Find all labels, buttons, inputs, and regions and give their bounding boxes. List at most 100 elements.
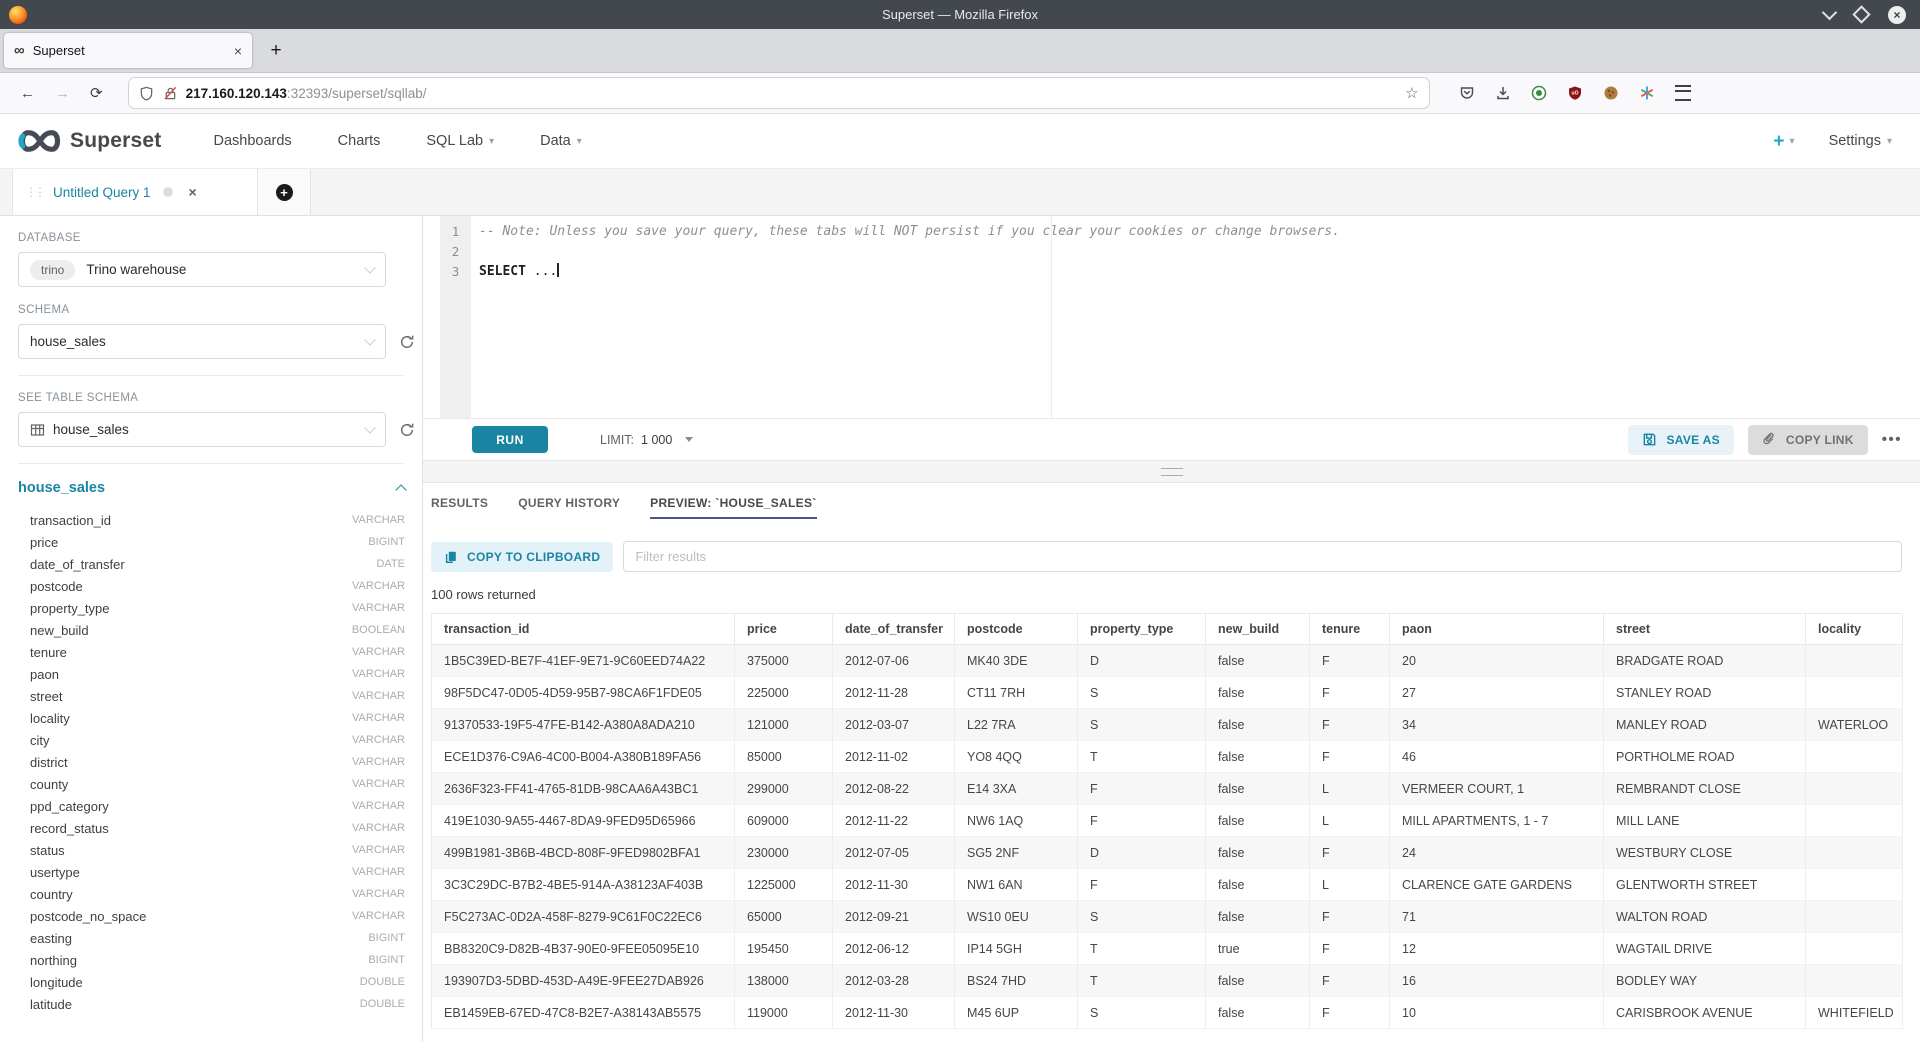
table-cell: false bbox=[1206, 677, 1310, 709]
table-cell: F bbox=[1310, 645, 1390, 677]
results-tab-results[interactable]: RESULTS bbox=[431, 496, 488, 519]
refresh-table-icon[interactable] bbox=[399, 422, 415, 438]
new-tab-button[interactable]: + bbox=[258, 33, 294, 68]
column-type: BIGINT bbox=[368, 932, 405, 944]
schema-select[interactable]: house_sales bbox=[18, 324, 386, 359]
column-header-price[interactable]: price bbox=[735, 614, 833, 645]
window-minimize-icon[interactable] bbox=[1822, 5, 1838, 21]
column-header-paon[interactable]: paon bbox=[1390, 614, 1604, 645]
window-close-icon[interactable]: × bbox=[1888, 6, 1906, 24]
column-header-transaction-id[interactable]: transaction_id bbox=[432, 614, 735, 645]
cookie-icon[interactable] bbox=[1603, 85, 1619, 101]
query-status-dot bbox=[163, 187, 173, 197]
table-cell: F bbox=[1310, 741, 1390, 773]
refresh-schema-icon[interactable] bbox=[399, 334, 415, 350]
results-table: transaction_idpricedate_of_transferpostc… bbox=[431, 613, 1903, 1029]
navbar-right: + ▾ Settings ▾ bbox=[1773, 132, 1892, 151]
table-row: 2636F323-FF41-4765-81DB-98CAA6A43BC12990… bbox=[432, 773, 1903, 805]
menu-icon[interactable] bbox=[1675, 85, 1691, 101]
forward-icon[interactable]: → bbox=[55, 85, 70, 102]
url-bar[interactable]: 217.160.120.143:32393/superset/sqllab/ ☆ bbox=[129, 78, 1429, 108]
table-cell: F bbox=[1310, 709, 1390, 741]
nav-menu: Dashboards Charts SQL Lab▾ Data▾ bbox=[213, 133, 581, 149]
column-name: postcode_no_space bbox=[30, 909, 146, 924]
nav-item-dashboards[interactable]: Dashboards bbox=[213, 133, 291, 149]
superset-logo[interactable] bbox=[16, 127, 64, 155]
table-cell: MILL LANE bbox=[1604, 805, 1806, 837]
column-type: VARCHAR bbox=[352, 734, 405, 746]
column-header-street[interactable]: street bbox=[1604, 614, 1806, 645]
limit-dropdown[interactable]: LIMIT: 1 000 bbox=[600, 433, 693, 447]
table-cell: MILL APARTMENTS, 1 - 7 bbox=[1390, 805, 1604, 837]
table-select[interactable]: house_sales bbox=[18, 412, 386, 447]
save-as-button[interactable]: SAVE AS bbox=[1628, 425, 1733, 455]
column-header-tenure[interactable]: tenure bbox=[1310, 614, 1390, 645]
results-tab-query-history[interactable]: QUERY HISTORY bbox=[518, 496, 620, 519]
settings-menu[interactable]: Settings ▾ bbox=[1829, 133, 1892, 149]
nav-item-label: SQL Lab bbox=[426, 133, 483, 149]
sql-editor[interactable]: 123 -- Note: Unless you save your query,… bbox=[423, 216, 1920, 418]
collapse-chevron-icon[interactable] bbox=[395, 484, 406, 495]
shield-icon[interactable] bbox=[139, 86, 154, 101]
add-query-tab-button[interactable]: + bbox=[258, 169, 311, 215]
privacy-badger-icon[interactable] bbox=[1531, 85, 1547, 101]
nav-item-label: Data bbox=[540, 133, 571, 149]
table-cell bbox=[1806, 645, 1903, 677]
bookmark-star-icon[interactable]: ☆ bbox=[1405, 84, 1418, 102]
database-select[interactable]: trino Trino warehouse bbox=[18, 252, 386, 287]
table-cell: false bbox=[1206, 901, 1310, 933]
drag-handle-icon[interactable]: ⋮⋮ bbox=[25, 185, 43, 199]
run-button[interactable]: RUN bbox=[472, 426, 548, 453]
filter-results-input[interactable] bbox=[623, 541, 1902, 572]
table-cell bbox=[1806, 869, 1903, 901]
column-header-locality[interactable]: locality bbox=[1806, 614, 1903, 645]
nav-item-data[interactable]: Data▾ bbox=[540, 133, 582, 149]
window-controls: × bbox=[1824, 6, 1906, 24]
lock-insecure-icon[interactable] bbox=[163, 86, 178, 101]
query-tab-close-icon[interactable]: × bbox=[189, 184, 197, 200]
schema-column-row: property_typeVARCHAR bbox=[18, 597, 405, 619]
caret-down-icon bbox=[685, 437, 693, 442]
column-header-date-of-transfer[interactable]: date_of_transfer bbox=[833, 614, 955, 645]
new-item-button[interactable]: + ▾ bbox=[1773, 132, 1794, 151]
back-icon[interactable]: ← bbox=[20, 85, 35, 102]
more-options-button[interactable]: ••• bbox=[1882, 431, 1902, 448]
brand-name[interactable]: Superset bbox=[70, 129, 161, 153]
table-cell: MANLEY ROAD bbox=[1604, 709, 1806, 741]
download-icon[interactable] bbox=[1495, 85, 1511, 101]
copy-to-clipboard-button[interactable]: COPY TO CLIPBOARD bbox=[431, 542, 613, 572]
table-cell: F bbox=[1310, 837, 1390, 869]
gutter-line-number: 3 bbox=[440, 262, 471, 282]
results-tab-preview-house-sales[interactable]: PREVIEW: `HOUSE_SALES` bbox=[650, 496, 816, 519]
nav-item-charts[interactable]: Charts bbox=[338, 133, 381, 149]
browser-titlebar: Superset — Mozilla Firefox × bbox=[0, 0, 1920, 29]
copy-link-button[interactable]: COPY LINK bbox=[1748, 425, 1868, 455]
table-schema-title[interactable]: house_sales bbox=[18, 480, 105, 496]
table-cell bbox=[1806, 965, 1903, 997]
table-cell: 499B1981-3B6B-4BCD-808F-9FED9802BFA1 bbox=[432, 837, 735, 869]
reload-icon[interactable]: ⟳ bbox=[90, 84, 103, 102]
column-header-new-build[interactable]: new_build bbox=[1206, 614, 1310, 645]
multi-account-containers-icon[interactable] bbox=[1639, 85, 1655, 101]
column-header-postcode[interactable]: postcode bbox=[955, 614, 1078, 645]
table-cell: WS10 0EU bbox=[955, 901, 1078, 933]
table-row: 1B5C39ED-BE7F-41EF-9E71-9C60EED74A223750… bbox=[432, 645, 1903, 677]
browser-tab-close-icon[interactable]: × bbox=[234, 43, 242, 59]
table-cell: 419E1030-9A55-4467-8DA9-9FED95D65966 bbox=[432, 805, 735, 837]
column-type: VARCHAR bbox=[352, 602, 405, 614]
table-cell: 230000 bbox=[735, 837, 833, 869]
schema-column-row: transaction_idVARCHAR bbox=[18, 509, 405, 531]
nav-item-sql-lab[interactable]: SQL Lab▾ bbox=[426, 133, 494, 149]
chevron-down-icon bbox=[364, 334, 375, 345]
divider bbox=[18, 375, 404, 376]
ublock-origin-icon[interactable]: uO bbox=[1567, 85, 1583, 101]
pocket-icon[interactable] bbox=[1459, 85, 1475, 101]
table-cell: 20 bbox=[1390, 645, 1604, 677]
browser-tab[interactable]: ∞ Superset × bbox=[4, 33, 252, 68]
table-cell: L bbox=[1310, 869, 1390, 901]
resize-handle[interactable] bbox=[1161, 468, 1183, 476]
column-header-property-type[interactable]: property_type bbox=[1078, 614, 1206, 645]
window-maximize-icon[interactable] bbox=[1852, 5, 1870, 23]
query-tab[interactable]: ⋮⋮ Untitled Query 1 × bbox=[12, 169, 258, 215]
table-cell: SG5 2NF bbox=[955, 837, 1078, 869]
